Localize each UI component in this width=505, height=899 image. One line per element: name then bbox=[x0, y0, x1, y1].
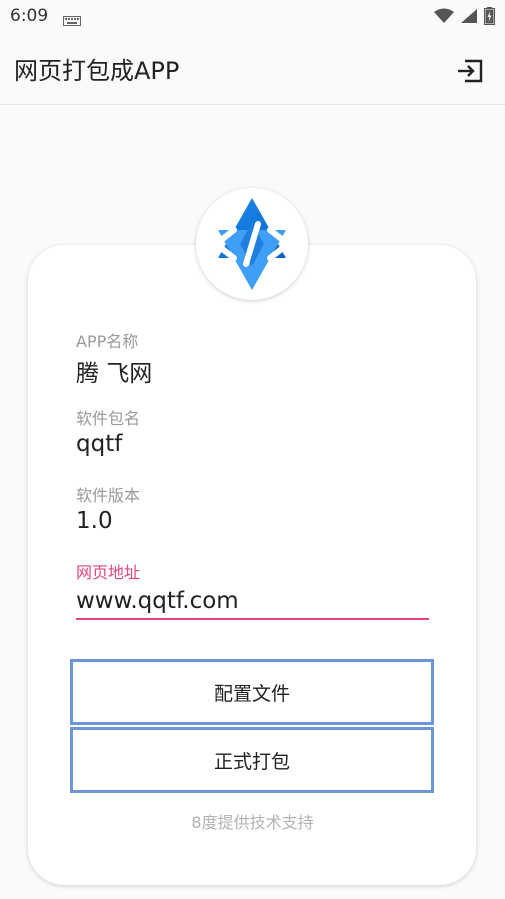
build-button[interactable]: 正式打包 bbox=[70, 727, 434, 793]
app-name-field[interactable]: 腾 飞网 bbox=[76, 354, 152, 388]
url-input[interactable] bbox=[76, 584, 429, 620]
keyboard-icon bbox=[63, 11, 81, 30]
package-name-label: 软件包名 bbox=[76, 409, 141, 428]
login-button[interactable] bbox=[455, 55, 485, 85]
wifi-icon bbox=[434, 8, 454, 28]
status-time: 6:09 bbox=[10, 6, 49, 26]
package-name-field[interactable]: qqtf bbox=[76, 431, 122, 457]
status-bar: 6:09 bbox=[0, 0, 505, 34]
url-label: 网页地址 bbox=[76, 563, 141, 582]
system-icons bbox=[434, 7, 495, 29]
app-name-label: APP名称 bbox=[76, 332, 139, 351]
footer-credit: 8度提供技术支持 bbox=[191, 813, 314, 832]
version-label: 软件版本 bbox=[76, 486, 141, 505]
app-bar: 网页打包成APP bbox=[0, 34, 505, 105]
signal-icon bbox=[460, 8, 478, 28]
app-logo bbox=[196, 188, 308, 300]
battery-icon bbox=[484, 7, 495, 29]
config-file-button[interactable]: 配置文件 bbox=[70, 659, 434, 725]
page-title: 网页打包成APP bbox=[14, 57, 180, 85]
login-icon bbox=[458, 59, 483, 83]
code-brackets-icon bbox=[213, 198, 291, 290]
version-field[interactable]: 1.0 bbox=[76, 508, 113, 534]
